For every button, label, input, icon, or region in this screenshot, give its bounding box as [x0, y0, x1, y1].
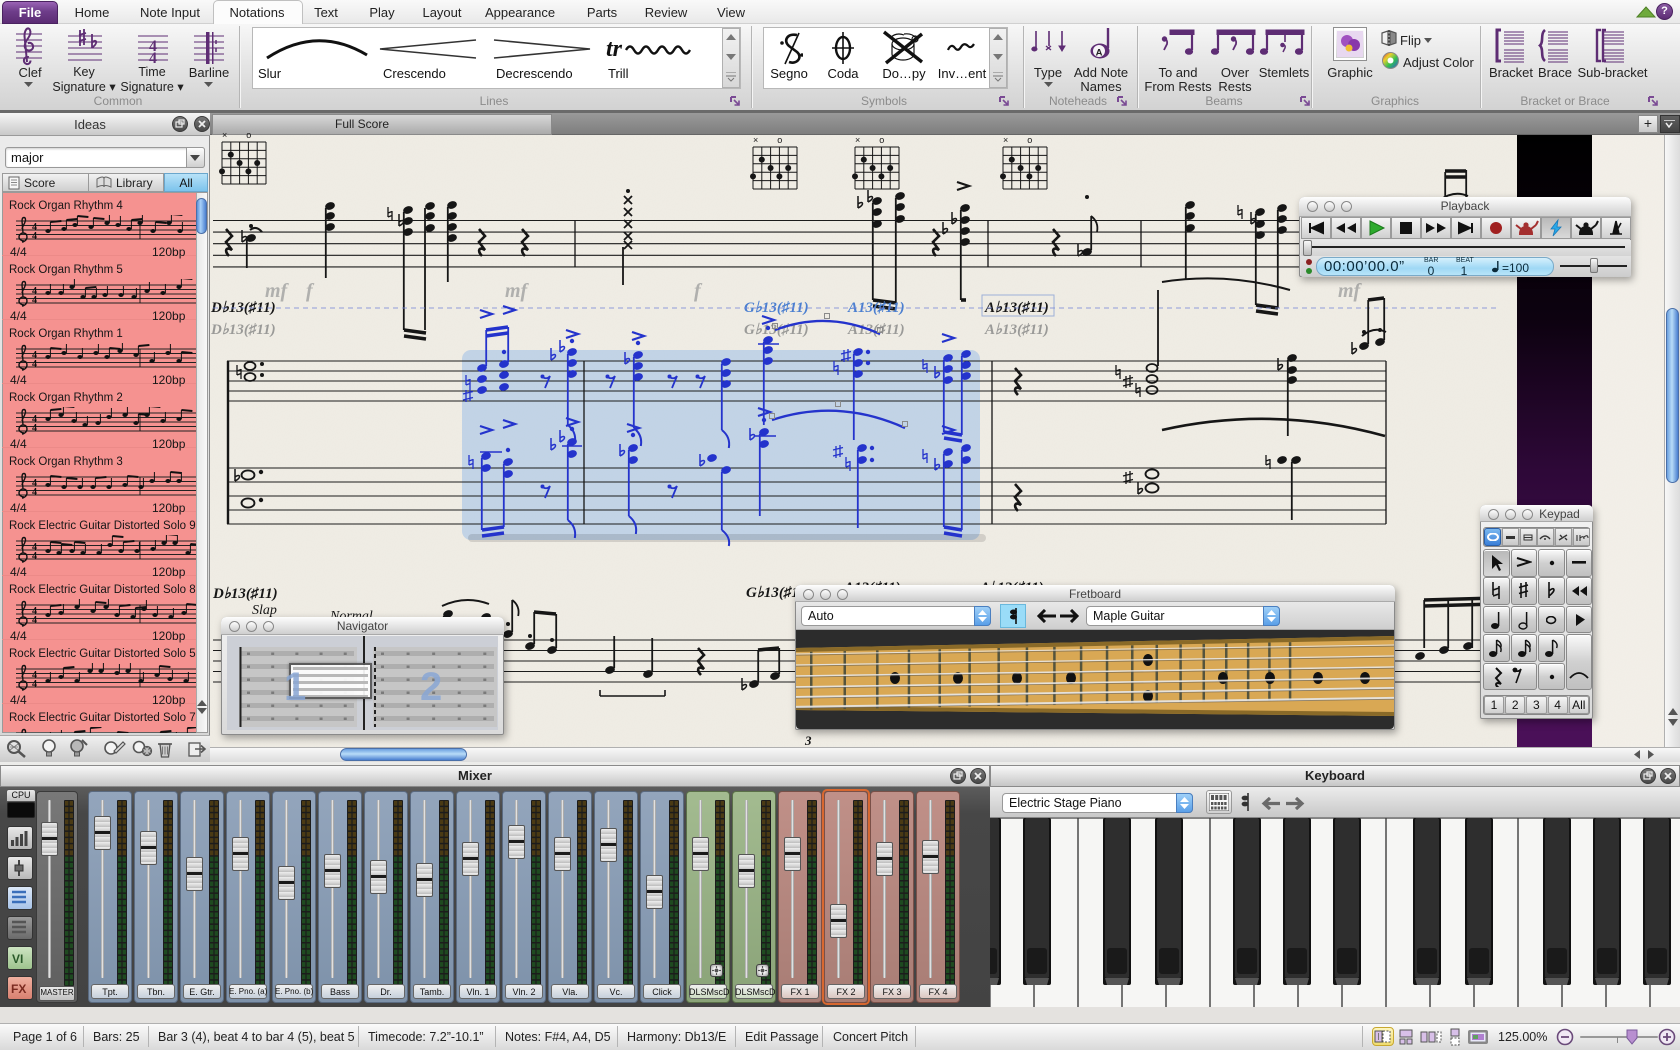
- svg-text:mf: mf: [265, 280, 290, 302]
- svg-text:4: 4: [32, 359, 37, 370]
- svg-text:4: 4: [32, 551, 37, 562]
- svg-text:o: o: [879, 135, 884, 145]
- svg-text:4: 4: [32, 231, 37, 242]
- svg-text:o: o: [246, 130, 251, 140]
- svg-text:mf: mf: [505, 280, 530, 302]
- svg-text:4: 4: [32, 295, 37, 306]
- svg-text:×: ×: [855, 135, 860, 145]
- svg-text:×: ×: [753, 135, 758, 145]
- svg-text:f: f: [306, 280, 315, 302]
- svg-text:D♭13(♯11): D♭13(♯11): [212, 586, 278, 602]
- svg-text:Slap: Slap: [252, 603, 277, 618]
- svg-text:4: 4: [32, 615, 37, 626]
- svg-text:D♭13(♯11): D♭13(♯11): [210, 322, 276, 338]
- svg-text:×: ×: [222, 130, 227, 140]
- svg-text:A♭13(♯11): A♭13(♯11): [984, 322, 1049, 338]
- svg-text:4: 4: [32, 487, 37, 498]
- svg-text:o: o: [1027, 135, 1032, 145]
- svg-text:mf: mf: [1338, 280, 1363, 302]
- svg-text:FX: FX: [11, 982, 26, 996]
- svg-text:×: ×: [1003, 135, 1008, 145]
- svg-text:3: 3: [804, 733, 812, 748]
- svg-text:f: f: [694, 280, 703, 302]
- svg-text:=100: =100: [1502, 261, 1529, 274]
- svg-text:o: o: [777, 135, 782, 145]
- svg-text:VI: VI: [12, 952, 23, 966]
- svg-text:4: 4: [32, 679, 37, 690]
- svg-text:4: 4: [32, 423, 37, 434]
